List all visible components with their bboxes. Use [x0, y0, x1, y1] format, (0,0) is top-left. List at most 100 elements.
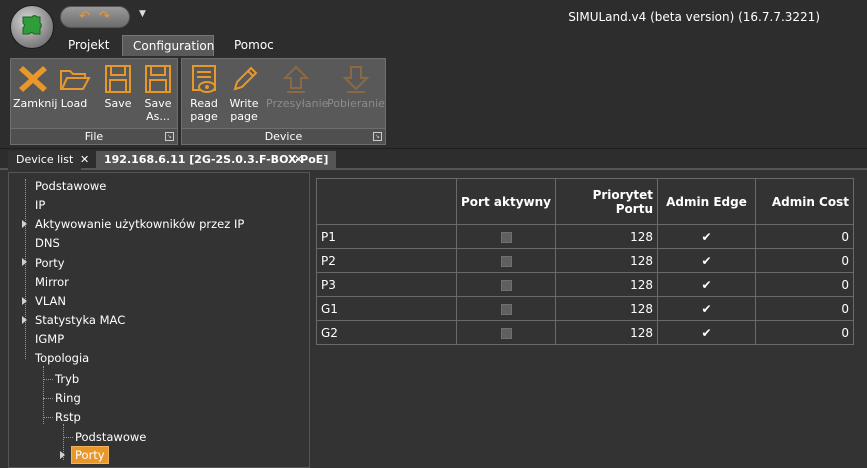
save-as-button[interactable]: Save As...	[141, 63, 175, 123]
dialog-launcher-icon[interactable]: ↘	[165, 132, 174, 141]
read-page-icon	[192, 65, 216, 93]
undo-icon[interactable]: ↶	[79, 9, 90, 24]
expand-icon[interactable]	[22, 297, 27, 305]
ports-grid: Port aktywny Priorytet Portu Admin Edge …	[316, 178, 854, 345]
tab-device-list[interactable]: Device list	[8, 151, 82, 170]
port-active-checkbox	[500, 255, 512, 267]
admin-cost-cell[interactable]: 0	[755, 272, 854, 297]
tree-item-rstp-podstawowe[interactable]: Podstawowe	[75, 428, 146, 446]
tab-configuration[interactable]: Configuration	[122, 35, 214, 56]
tab-pomoc[interactable]: Pomoc	[224, 35, 284, 56]
tree-item-statystyka-mac[interactable]: Statystyka MAC	[35, 311, 125, 329]
tree-item-vlan[interactable]: VLAN	[35, 292, 66, 310]
tree-item-igmp[interactable]: IGMP	[35, 330, 64, 348]
port-name: P3	[316, 272, 457, 297]
column-header-port-aktywny[interactable]: Port aktywny	[456, 178, 556, 225]
admin-cost-cell[interactable]: 0	[755, 224, 854, 249]
column-header-priorytet[interactable]: Priorytet Portu	[555, 178, 658, 225]
port-active-cell	[456, 224, 556, 249]
window-title: SIMULand.v4 (beta version) (16.7.7.3221)	[568, 10, 820, 24]
app-logo[interactable]	[10, 5, 54, 49]
tree-item-aktywowanie[interactable]: Aktywowanie użytkowników przez IP	[35, 215, 244, 233]
priority-cell[interactable]: 128	[555, 296, 658, 321]
tree-connector	[63, 437, 73, 438]
download-arrow-icon	[342, 66, 370, 93]
admin-cost-cell[interactable]: 0	[755, 320, 854, 345]
save-as-icon	[145, 65, 171, 93]
expand-icon[interactable]	[22, 258, 27, 266]
write-page-button[interactable]: Write page	[226, 63, 262, 123]
port-name: G2	[316, 320, 457, 345]
config-tree: Podstawowe IP Aktywowanie użytkowników p…	[8, 172, 310, 468]
admin-cost-cell[interactable]: 0	[755, 296, 854, 321]
document-tab-bar: Device list ✕ 192.168.6.11 [2G-2S.0.3.F-…	[0, 149, 867, 170]
tree-item-rstp-porty[interactable]: Porty	[71, 446, 109, 464]
admin-edge-checkbox[interactable]: ✔	[700, 278, 713, 292]
port-active-cell	[456, 320, 556, 345]
folder-open-icon	[60, 70, 91, 90]
dialog-launcher-icon[interactable]: ↘	[373, 132, 382, 141]
column-header-admin-edge[interactable]: Admin Edge	[657, 178, 756, 225]
admin-edge-checkbox[interactable]: ✔	[700, 254, 713, 268]
port-active-checkbox	[500, 327, 512, 339]
table-row[interactable]: G1 128 ✔ 0	[316, 296, 854, 321]
ports-grid-area: Port aktywny Priorytet Portu Admin Edge …	[311, 172, 867, 468]
download-button[interactable]: Pobieranie	[326, 63, 386, 110]
priority-cell[interactable]: 128	[555, 272, 658, 297]
tree-item-mirror[interactable]: Mirror	[35, 273, 69, 291]
admin-edge-cell: ✔	[657, 296, 756, 321]
chevron-down-icon[interactable]: ▼	[139, 9, 146, 19]
table-row[interactable]: P2 128 ✔ 0	[316, 248, 854, 273]
expand-icon[interactable]	[22, 316, 27, 324]
expand-icon[interactable]	[60, 451, 65, 459]
tree-item-tryb[interactable]: Tryb	[55, 370, 79, 388]
port-name: P1	[316, 224, 457, 249]
port-active-checkbox	[500, 279, 512, 291]
tree-item-dns[interactable]: DNS	[35, 234, 60, 252]
tree-item-ring[interactable]: Ring	[55, 389, 81, 407]
admin-edge-cell: ✔	[657, 320, 756, 345]
column-header-admin-cost[interactable]: Admin Cost	[755, 178, 854, 225]
read-page-button[interactable]: Read page	[184, 63, 224, 123]
admin-edge-cell: ✔	[657, 272, 756, 297]
redo-icon[interactable]: ↷	[99, 9, 110, 24]
column-header-port[interactable]	[316, 178, 457, 225]
tree-item-porty[interactable]: Porty	[35, 254, 65, 272]
load-button[interactable]: Load	[57, 63, 91, 110]
ribbon-group-label-file: File	[11, 128, 177, 144]
ribbon-tab-bar: Projekt Configuration Pomoc	[0, 34, 867, 56]
admin-edge-checkbox[interactable]: ✔	[700, 302, 713, 316]
tree-connector	[25, 179, 26, 359]
upload-button[interactable]: Przesyłanie	[266, 63, 328, 110]
close-tab-icon[interactable]: ✕	[80, 151, 89, 170]
grid-header-row: Port aktywny Priorytet Portu Admin Edge …	[316, 178, 854, 225]
tab-projekt[interactable]: Projekt	[58, 35, 119, 56]
admin-cost-cell[interactable]: 0	[755, 248, 854, 273]
tree-item-topologia[interactable]: Topologia	[35, 349, 89, 367]
priority-cell[interactable]: 128	[555, 248, 658, 273]
admin-edge-checkbox[interactable]: ✔	[700, 326, 713, 340]
close-button[interactable]: Zamknij	[13, 63, 57, 110]
ribbon-group-file: Zamknij Load Save Save As... File ↘	[10, 58, 178, 145]
table-row[interactable]: P1 128 ✔ 0	[316, 224, 854, 249]
close-tab-icon[interactable]: ✕	[294, 151, 303, 170]
table-row[interactable]: P3 128 ✔ 0	[316, 272, 854, 297]
puzzle-icon	[22, 15, 42, 35]
ribbon: Zamknij Load Save Save As... File ↘ Read…	[0, 56, 867, 149]
tree-item-rstp[interactable]: Rstp	[55, 408, 81, 426]
port-active-cell	[456, 248, 556, 273]
tree-item-ip[interactable]: IP	[35, 196, 45, 214]
priority-cell[interactable]: 128	[555, 224, 658, 249]
admin-edge-checkbox[interactable]: ✔	[700, 230, 713, 244]
expand-icon[interactable]	[22, 220, 27, 228]
port-name: G1	[316, 296, 457, 321]
priority-cell[interactable]: 128	[555, 320, 658, 345]
port-active-checkbox	[500, 231, 512, 243]
port-active-cell	[456, 296, 556, 321]
save-button[interactable]: Save	[101, 63, 135, 110]
quick-access-toolbar: ↶ ↷	[60, 6, 130, 28]
tree-item-podstawowe[interactable]: Podstawowe	[35, 177, 106, 195]
tree-connector	[43, 417, 53, 418]
table-row[interactable]: G2 128 ✔ 0	[316, 320, 854, 345]
close-icon	[19, 66, 47, 92]
